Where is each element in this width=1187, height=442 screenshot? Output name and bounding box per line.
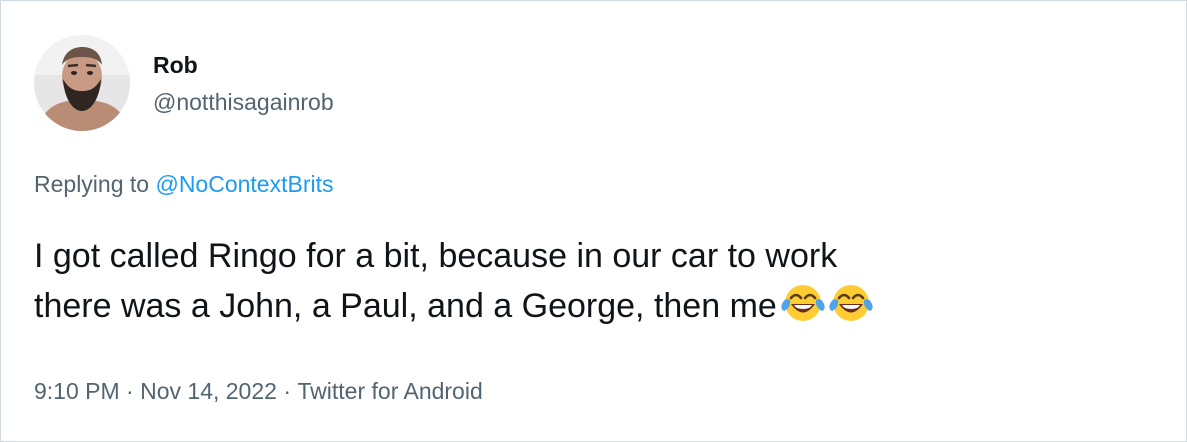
tweet-meta: 9:10 PM · Nov 14, 2022 · Twitter for And…: [34, 377, 483, 405]
tweet-text-line-2-text: there was a John, a Paul, and a George, …: [34, 287, 777, 325]
reply-mention-link[interactable]: @NoContextBrits: [155, 171, 333, 197]
profile-photo-icon: [34, 35, 130, 131]
tweet-text: I got called Ringo for a bit, because in…: [34, 232, 1164, 331]
replying-to: Replying to @NoContextBrits: [34, 170, 333, 198]
tweet-text-line-1: I got called Ringo for a bit, because in…: [34, 237, 838, 275]
user-handle[interactable]: @notthisagainrob: [153, 88, 334, 116]
meta-separator: ·: [126, 378, 134, 404]
tweet-header: Rob @notthisagainrob: [34, 35, 334, 131]
display-name[interactable]: Rob: [153, 51, 334, 79]
tweet-text-line-2: there was a John, a Paul, and a George, …: [34, 281, 1164, 331]
user-names: Rob @notthisagainrob: [153, 35, 334, 131]
avatar[interactable]: [34, 35, 130, 131]
tears-of-joy-emoji-icon: [781, 281, 825, 325]
replying-to-label: Replying to: [34, 171, 150, 197]
tweet-source[interactable]: Twitter for Android: [297, 377, 482, 405]
tweet-card: Rob @notthisagainrob Replying to @NoCont…: [0, 0, 1187, 442]
tweet-time[interactable]: 9:10 PM: [34, 377, 120, 405]
meta-separator: ·: [283, 378, 291, 404]
tweet-date[interactable]: Nov 14, 2022: [140, 377, 277, 405]
tears-of-joy-emoji-icon: [829, 281, 873, 325]
